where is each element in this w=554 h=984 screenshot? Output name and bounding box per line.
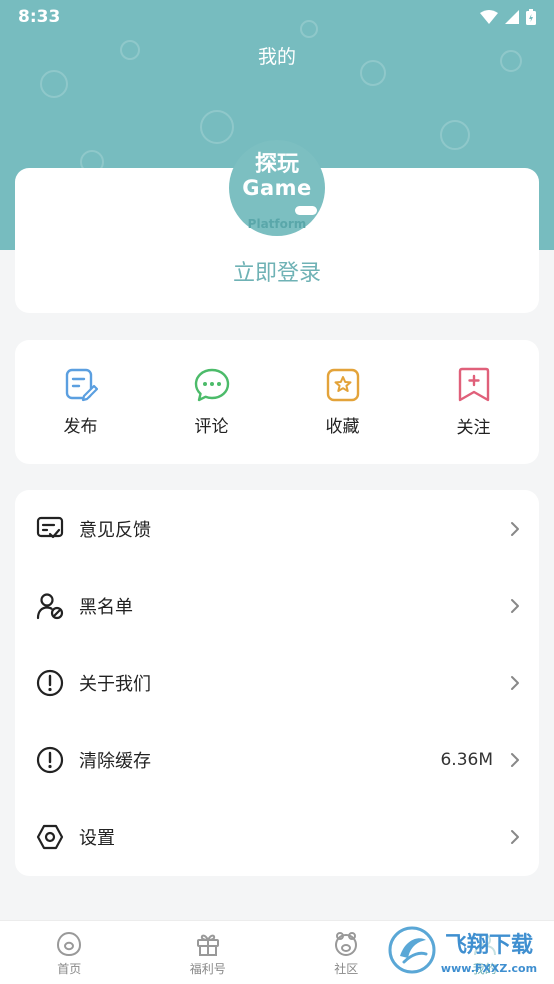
app-logo: 探玩 Game Platform [229, 140, 325, 236]
settings-menu: 意见反馈 黑名单 关于我们 清除缓存 6.36M 设置 [15, 490, 539, 876]
star-box-icon [326, 368, 359, 401]
nav-home[interactable]: 首页 [19, 931, 119, 977]
logo-subtext: Platform [247, 217, 307, 231]
logo-text-cn: 探玩 [254, 152, 299, 177]
nav-label: 社区 [334, 962, 359, 976]
action-label: 发布 [63, 416, 98, 437]
menu-label: 关于我们 [79, 673, 151, 695]
nav-profile[interactable]: 我的 [435, 931, 535, 977]
login-button[interactable]: 立即登录 [15, 255, 539, 287]
action-label: 关注 [456, 417, 491, 438]
action-label: 收藏 [325, 416, 360, 437]
community-icon [335, 932, 358, 956]
menu-label: 意见反馈 [79, 519, 151, 541]
nav-welfare[interactable]: 福利号 [158, 931, 258, 977]
chevron-right-icon [511, 521, 519, 536]
menu-item-blacklist[interactable]: 黑名单 [15, 567, 539, 644]
status-icons [480, 9, 536, 25]
quick-actions: 发布 评论 收藏 关注 [15, 340, 539, 464]
chevron-right-icon [511, 675, 519, 690]
logo-badge [295, 206, 317, 215]
cache-size-value: 6.36M [440, 749, 493, 770]
feedback-icon [35, 514, 65, 544]
nav-label: 福利号 [189, 962, 226, 976]
status-time: 8:33 [18, 7, 61, 27]
status-bar: 8:33 [0, 0, 554, 34]
info-circle-icon [35, 668, 65, 698]
chat-bubble-icon [194, 368, 229, 401]
menu-label: 清除缓存 [79, 750, 151, 772]
home-icon [57, 931, 82, 957]
chevron-right-icon [511, 598, 519, 613]
menu-item-settings[interactable]: 设置 [15, 798, 539, 875]
chevron-right-icon [511, 752, 519, 767]
bottom-navigation: 首页 福利号 社区 我的 [0, 920, 554, 984]
action-comment[interactable]: 评论 [152, 368, 272, 437]
menu-item-clear-cache[interactable]: 清除缓存 6.36M [15, 721, 539, 798]
gift-icon [196, 934, 219, 956]
action-favorites[interactable]: 收藏 [283, 368, 403, 437]
settings-hexagon-icon [35, 822, 65, 852]
nav-label: 我的 [472, 962, 497, 976]
block-user-icon [35, 591, 65, 621]
action-publish[interactable]: 发布 [21, 368, 141, 437]
menu-item-feedback[interactable]: 意见反馈 [15, 490, 539, 567]
menu-label: 黑名单 [79, 596, 133, 618]
menu-label: 设置 [79, 827, 115, 849]
wifi-icon [480, 10, 498, 24]
nav-label: 首页 [57, 962, 82, 976]
chevron-right-icon [511, 829, 519, 844]
action-follow[interactable]: 关注 [414, 367, 534, 438]
nav-community[interactable]: 社区 [296, 931, 396, 977]
profile-icon [473, 934, 496, 956]
logo-text-en: Game [242, 176, 312, 200]
bookmark-plus-icon [458, 367, 489, 401]
battery-icon [526, 9, 536, 25]
clear-cache-icon [35, 745, 65, 775]
menu-item-about[interactable]: 关于我们 [15, 644, 539, 721]
signal-icon [505, 10, 519, 24]
page-title: 我的 [257, 46, 296, 68]
edit-doc-icon [65, 368, 98, 401]
action-label: 评论 [194, 416, 229, 437]
